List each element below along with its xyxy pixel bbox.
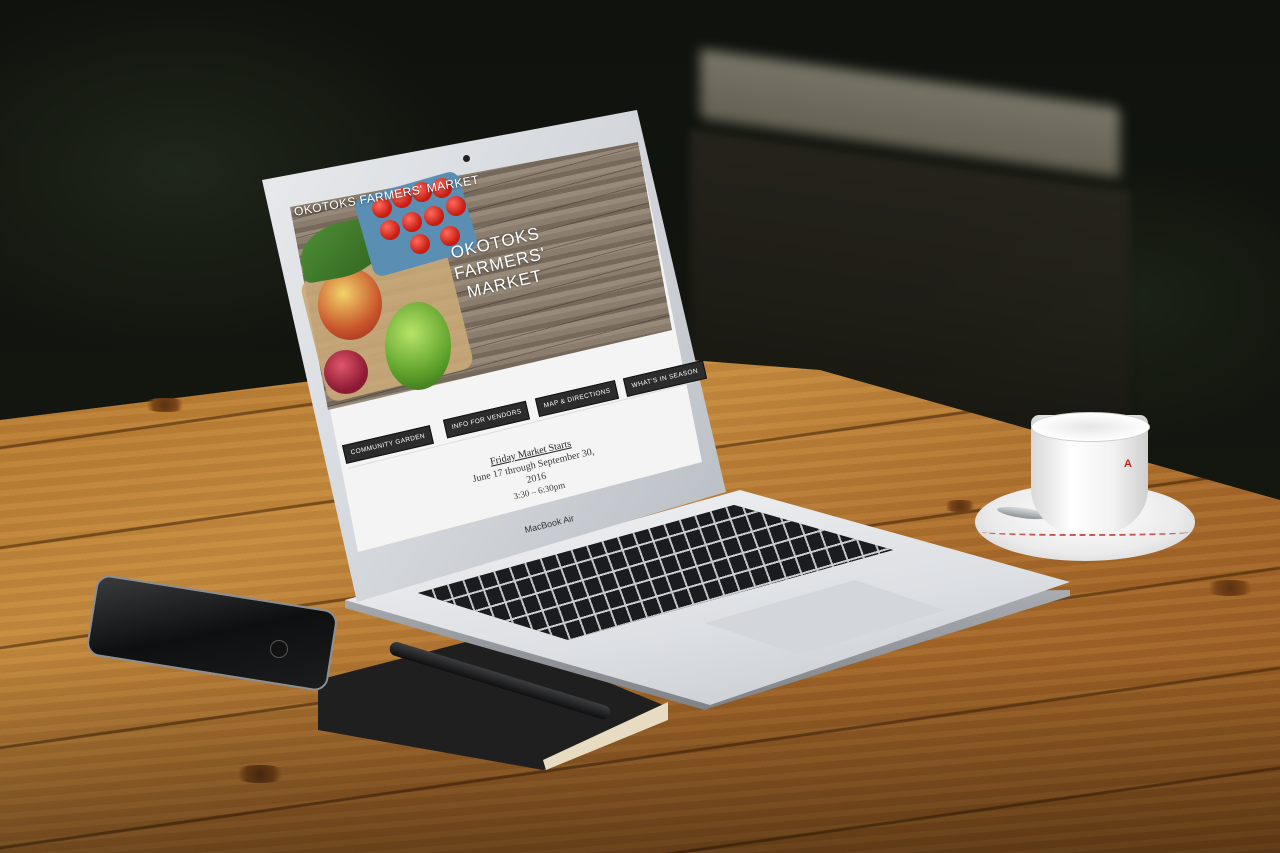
cup-logo: A	[1124, 458, 1132, 470]
tomato-icon	[446, 196, 466, 216]
phone-home-button	[270, 640, 288, 658]
tomato-icon	[402, 212, 422, 232]
red-apple-icon	[324, 350, 368, 394]
tomato-icon	[410, 234, 430, 254]
tomato-icon	[424, 206, 444, 226]
camera-icon	[463, 155, 470, 162]
tomato-icon	[380, 220, 400, 240]
cup-rim	[1031, 412, 1150, 442]
green-apple-icon	[385, 302, 451, 390]
